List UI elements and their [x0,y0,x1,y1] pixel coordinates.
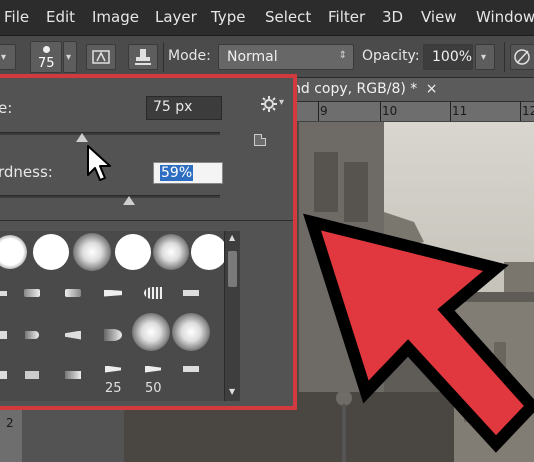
size-slider-track[interactable] [0,132,220,135]
brush-preset[interactable] [93,273,133,313]
ruler-label: 9 [320,104,328,118]
ruler-label: 10 [382,104,398,118]
ruler-tick [380,101,381,121]
menu-type[interactable]: Type [211,8,245,26]
chevron-down-icon: ▾ [481,52,487,63]
menu-select[interactable]: Select [265,8,311,26]
menu-file[interactable]: File [4,8,29,26]
opacity-input[interactable]: 100% [423,44,473,70]
ruler-tick [520,101,521,121]
opacity-value: 100% [432,49,473,65]
gear-icon[interactable] [260,95,278,117]
toolbar-divider [163,42,164,72]
ruler-label: 12 [522,104,534,118]
brush-tip-icon [43,46,50,53]
brush-preset[interactable] [53,355,93,395]
mode-label: Mode: [168,48,211,64]
hardness-label: rdness: [0,163,53,181]
document-tab[interactable]: nd copy, RGB/8) * × [286,78,534,102]
chevron-down-icon: ▾ [279,97,285,108]
document-title: nd copy, RGB/8) * [292,81,418,97]
menu-3d[interactable]: 3D [382,8,403,26]
ruler-tick [318,101,319,121]
brush-preset[interactable] [72,232,112,272]
ruler-label: 2 [6,416,14,430]
horizontal-ruler[interactable]: 9 10 11 12 [286,101,534,122]
blend-mode-select[interactable]: Normal ⇕ [218,44,354,70]
arrow-pointer-annotation [303,213,534,453]
size-value[interactable]: 75 px [146,96,222,120]
brush-panel-icon [92,50,110,64]
brush-preset-picker-button[interactable]: 75 [30,41,62,73]
size-value-text: 75 px [153,99,193,115]
scroll-down-icon[interactable]: ▼ [229,387,235,396]
tool-preset-button[interactable]: ▾ [0,44,16,70]
hardness-slider-thumb[interactable] [122,196,135,205]
menu-bar: File Edit Image Layer Type Select Filter… [0,0,534,36]
hardness-slider-track[interactable] [0,195,220,198]
brush-preset[interactable] [53,315,93,355]
toolbar-divider [504,42,505,72]
brush-preset[interactable] [171,349,211,389]
brush-preset[interactable] [12,315,52,355]
menu-edit[interactable]: Edit [46,8,75,26]
menu-view[interactable]: View [421,8,457,26]
brush-size-label: 25 [105,381,122,396]
brush-preset[interactable] [0,232,30,272]
menu-filter[interactable]: Filter [328,8,365,26]
brush-preset[interactable] [171,273,211,313]
ruler-label: 11 [452,104,468,118]
brush-preset[interactable] [12,273,52,313]
ruler-tick [450,101,451,121]
pressure-opacity-button[interactable] [510,44,534,70]
clone-source-button[interactable] [128,44,158,70]
brush-preset-picker-panel: e: 75 px ▾ rdness: 59% 25 50 ▲ ▼ [0,74,297,410]
chevron-down-icon: ▾ [66,52,72,63]
brush-grid-scrollbar[interactable]: ▲ ▼ [224,231,240,401]
size-slider-thumb[interactable] [76,133,89,142]
brush-preset[interactable] [53,273,93,313]
brush-size-readout: 75 [38,56,55,71]
menu-image[interactable]: Image [92,8,139,26]
brush-preset[interactable] [189,232,224,272]
brush-preset-grid[interactable]: 25 50 [0,231,224,401]
new-preset-icon[interactable] [254,134,266,146]
scroll-up-icon[interactable]: ▲ [229,233,235,242]
chevron-down-icon: ▾ [1,52,7,63]
size-label: e: [0,99,13,117]
options-bar: ▾ 75 ▾ Mode: Normal ⇕ Opacity: 100% ▾ [0,36,534,78]
brush-panel-toggle-button[interactable] [86,44,116,70]
hardness-value[interactable]: 59% [153,162,223,184]
opacity-dropdown[interactable]: ▾ [475,44,495,70]
mouse-cursor-icon [87,145,111,181]
opacity-label: Opacity: [362,48,420,64]
panel-divider [0,220,293,221]
menu-window[interactable]: Window [476,8,534,26]
brush-preset[interactable] [171,312,211,352]
vertical-ruler[interactable]: 2 [0,410,22,462]
close-tab-icon[interactable]: × [426,81,438,97]
pressure-opacity-icon [514,49,530,65]
scrollbar-thumb[interactable] [228,251,237,287]
brush-size-label: 50 [145,381,162,396]
blend-mode-value: Normal [227,49,278,65]
updown-chevron-icon: ⇕ [338,50,347,61]
hardness-value-text: 59% [160,165,194,181]
brush-picker-dropdown[interactable]: ▾ [63,41,77,73]
brush-preset[interactable] [151,232,191,272]
brush-preset[interactable] [31,232,71,272]
brush-preset[interactable] [133,273,173,313]
stamp-icon [135,49,151,65]
brush-preset[interactable] [113,232,153,272]
brush-preset[interactable] [131,312,171,352]
brush-preset[interactable] [12,355,52,395]
menu-layer[interactable]: Layer [155,8,197,26]
